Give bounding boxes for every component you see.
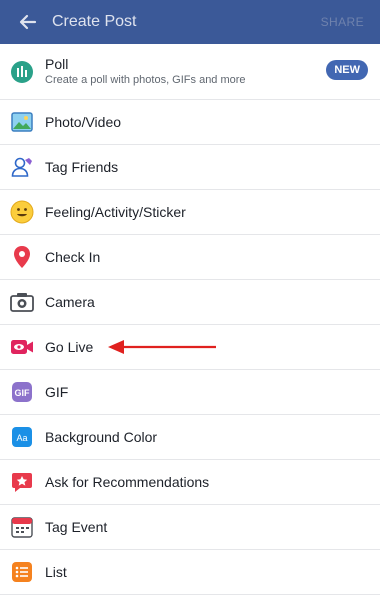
svg-text:Aa: Aa <box>16 433 27 443</box>
option-label: Background Color <box>45 429 158 445</box>
back-button[interactable] <box>16 10 40 34</box>
top-bar: Create Post SHARE <box>0 0 380 44</box>
option-label: Ask for Recommendations <box>45 474 210 490</box>
camera-icon <box>10 290 34 314</box>
option-go-live[interactable]: Go Live <box>0 325 380 370</box>
option-label: Check In <box>45 249 101 265</box>
option-feeling-activity-sticker[interactable]: Feeling/Activity/Sticker <box>0 190 380 235</box>
list-icon <box>10 560 34 584</box>
option-background-color[interactable]: Aa Background Color <box>0 415 380 460</box>
option-label: Tag Friends <box>45 159 119 175</box>
option-label: Go Live <box>45 339 94 355</box>
post-options-list: Poll Create a poll with photos, GIFs and… <box>0 44 380 595</box>
calendar-icon <box>10 515 34 539</box>
background-color-icon: Aa <box>10 425 34 449</box>
poll-title: Poll <box>45 56 69 72</box>
option-tag-event[interactable]: Tag Event <box>0 505 380 550</box>
page-title: Create Post <box>52 13 137 30</box>
smiley-icon <box>10 200 34 224</box>
option-label: GIF <box>45 384 69 400</box>
live-video-icon <box>10 335 34 359</box>
option-camera[interactable]: Camera <box>0 280 380 325</box>
arrow-left-icon <box>19 14 37 30</box>
poll-subtitle: Create a poll with photos, GIFs and more <box>45 74 246 86</box>
photo-icon <box>10 110 34 134</box>
tag-friends-icon <box>10 155 34 179</box>
option-check-in[interactable]: Check In <box>0 235 380 280</box>
option-label: List <box>45 564 67 580</box>
option-photo-video[interactable]: Photo/Video <box>0 100 380 145</box>
option-label: Tag Event <box>45 519 108 535</box>
gif-icon: GIF <box>10 380 34 404</box>
option-poll[interactable]: Poll Create a poll with photos, GIFs and… <box>0 44 380 100</box>
location-pin-icon <box>10 245 34 269</box>
recommendation-icon <box>10 470 34 494</box>
svg-text:GIF: GIF <box>15 388 31 398</box>
share-button[interactable]: SHARE <box>321 15 364 29</box>
option-gif[interactable]: GIF GIF <box>0 370 380 415</box>
option-tag-friends[interactable]: Tag Friends <box>0 145 380 190</box>
option-label: Feeling/Activity/Sticker <box>45 204 186 220</box>
option-ask-for-recommendations[interactable]: Ask for Recommendations <box>0 460 380 505</box>
option-label: Photo/Video <box>45 114 122 130</box>
option-list[interactable]: List <box>0 550 380 595</box>
option-label: Camera <box>45 294 95 310</box>
annotation-arrow-icon <box>108 340 216 354</box>
poll-icon <box>10 60 34 84</box>
new-badge: NEW <box>326 60 368 80</box>
